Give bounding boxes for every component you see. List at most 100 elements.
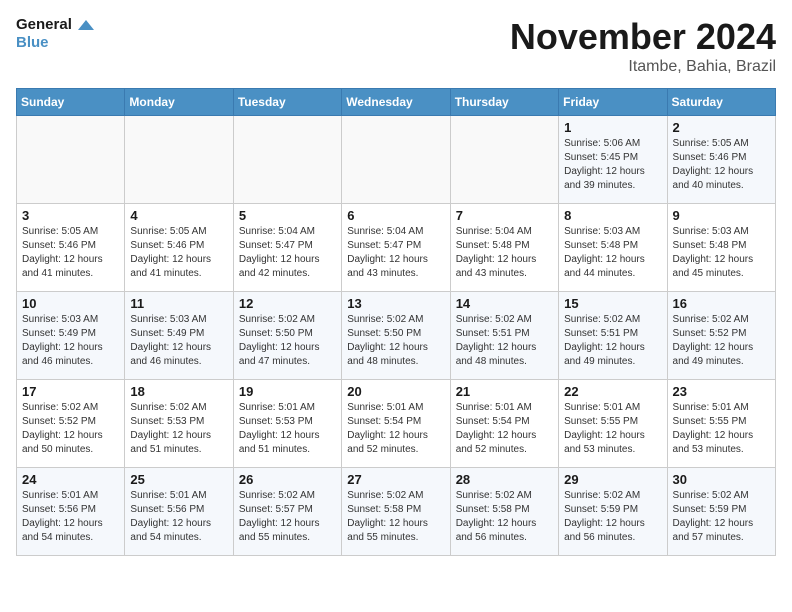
day-info: Sunrise: 5:01 AM Sunset: 5:54 PM Dayligh… <box>347 401 444 457</box>
day-number: 9 <box>673 208 770 223</box>
calendar-cell: 18 Sunrise: 5:02 AM Sunset: 5:53 PM Dayli… <box>125 380 233 468</box>
day-info: Sunrise: 5:02 AM Sunset: 5:53 PM Dayligh… <box>130 401 227 457</box>
day-info: Sunrise: 5:04 AM Sunset: 5:47 PM Dayligh… <box>239 225 336 281</box>
calendar-cell: 20 Sunrise: 5:01 AM Sunset: 5:54 PM Dayli… <box>342 380 450 468</box>
day-info: Sunrise: 5:03 AM Sunset: 5:49 PM Dayligh… <box>22 313 119 369</box>
day-number: 24 <box>22 472 119 487</box>
day-info: Sunrise: 5:01 AM Sunset: 5:56 PM Dayligh… <box>130 489 227 545</box>
day-info: Sunrise: 5:02 AM Sunset: 5:51 PM Dayligh… <box>456 313 553 369</box>
calendar-cell <box>125 116 233 204</box>
day-info: Sunrise: 5:01 AM Sunset: 5:55 PM Dayligh… <box>564 401 661 457</box>
month-title: November 2024 <box>510 16 776 58</box>
calendar-week-row: 24 Sunrise: 5:01 AM Sunset: 5:56 PM Dayli… <box>17 468 776 556</box>
calendar-cell: 21Sunrise: 5:01 AM Sunset: 5:54 PM Dayli… <box>450 380 558 468</box>
calendar-cell: 28 Sunrise: 5:02 AM Sunset: 5:58 PM Dayli… <box>450 468 558 556</box>
day-number: 18 <box>130 384 227 399</box>
day-info: Sunrise: 5:02 AM Sunset: 5:52 PM Dayligh… <box>673 313 770 369</box>
day-info: Sunrise: 5:01 AM Sunset: 5:53 PM Dayligh… <box>239 401 336 457</box>
day-info: Sunrise: 5:05 AM Sunset: 5:46 PM Dayligh… <box>673 137 770 193</box>
calendar-cell: 13Sunrise: 5:02 AM Sunset: 5:50 PM Dayli… <box>342 292 450 380</box>
calendar-week-row: 3 Sunrise: 5:05 AM Sunset: 5:46 PM Daylig… <box>17 204 776 292</box>
weekday-header: Monday <box>125 89 233 116</box>
day-number: 15 <box>564 296 661 311</box>
day-info: Sunrise: 5:05 AM Sunset: 5:46 PM Dayligh… <box>130 225 227 281</box>
calendar-cell: 11 Sunrise: 5:03 AM Sunset: 5:49 PM Dayli… <box>125 292 233 380</box>
day-number: 14 <box>456 296 553 311</box>
calendar-cell: 9 Sunrise: 5:03 AM Sunset: 5:48 PM Daylig… <box>667 204 775 292</box>
day-info: Sunrise: 5:04 AM Sunset: 5:48 PM Dayligh… <box>456 225 553 281</box>
weekday-header-row: SundayMondayTuesdayWednesdayThursdayFrid… <box>17 89 776 116</box>
day-number: 5 <box>239 208 336 223</box>
location: Itambe, Bahia, Brazil <box>510 58 776 76</box>
calendar-cell: 1 Sunrise: 5:06 AM Sunset: 5:45 PM Daylig… <box>559 116 667 204</box>
day-info: Sunrise: 5:02 AM Sunset: 5:52 PM Dayligh… <box>22 401 119 457</box>
weekday-header: Saturday <box>667 89 775 116</box>
day-info: Sunrise: 5:01 AM Sunset: 5:56 PM Dayligh… <box>22 489 119 545</box>
day-number: 7 <box>456 208 553 223</box>
calendar-cell: 8 Sunrise: 5:03 AM Sunset: 5:48 PM Daylig… <box>559 204 667 292</box>
calendar-cell <box>17 116 125 204</box>
calendar-cell: 5 Sunrise: 5:04 AM Sunset: 5:47 PM Daylig… <box>233 204 341 292</box>
day-number: 8 <box>564 208 661 223</box>
calendar-cell: 14 Sunrise: 5:02 AM Sunset: 5:51 PM Dayli… <box>450 292 558 380</box>
day-number: 23 <box>673 384 770 399</box>
calendar-cell: 24 Sunrise: 5:01 AM Sunset: 5:56 PM Dayli… <box>17 468 125 556</box>
day-number: 11 <box>130 296 227 311</box>
calendar-week-row: 10Sunrise: 5:03 AM Sunset: 5:49 PM Dayli… <box>17 292 776 380</box>
day-info: Sunrise: 5:04 AM Sunset: 5:47 PM Dayligh… <box>347 225 444 281</box>
day-number: 16 <box>673 296 770 311</box>
day-number: 12 <box>239 296 336 311</box>
day-info: Sunrise: 5:02 AM Sunset: 5:59 PM Dayligh… <box>564 489 661 545</box>
calendar-week-row: 1 Sunrise: 5:06 AM Sunset: 5:45 PM Daylig… <box>17 116 776 204</box>
calendar-cell: 29 Sunrise: 5:02 AM Sunset: 5:59 PM Dayli… <box>559 468 667 556</box>
day-number: 17 <box>22 384 119 399</box>
calendar-cell: 3 Sunrise: 5:05 AM Sunset: 5:46 PM Daylig… <box>17 204 125 292</box>
calendar-cell: 16 Sunrise: 5:02 AM Sunset: 5:52 PM Dayli… <box>667 292 775 380</box>
calendar-cell: 15Sunrise: 5:02 AM Sunset: 5:51 PM Dayli… <box>559 292 667 380</box>
calendar-week-row: 17 Sunrise: 5:02 AM Sunset: 5:52 PM Dayli… <box>17 380 776 468</box>
calendar-cell: 7 Sunrise: 5:04 AM Sunset: 5:48 PM Daylig… <box>450 204 558 292</box>
day-number: 29 <box>564 472 661 487</box>
day-number: 1 <box>564 120 661 135</box>
calendar-cell: 27Sunrise: 5:02 AM Sunset: 5:58 PM Dayli… <box>342 468 450 556</box>
day-number: 30 <box>673 472 770 487</box>
day-number: 28 <box>456 472 553 487</box>
calendar-cell: 23 Sunrise: 5:01 AM Sunset: 5:55 PM Dayli… <box>667 380 775 468</box>
day-info: Sunrise: 5:02 AM Sunset: 5:50 PM Dayligh… <box>347 313 444 369</box>
day-info: Sunrise: 5:02 AM Sunset: 5:58 PM Dayligh… <box>456 489 553 545</box>
day-info: Sunrise: 5:02 AM Sunset: 5:57 PM Dayligh… <box>239 489 336 545</box>
calendar-cell <box>450 116 558 204</box>
day-info: Sunrise: 5:03 AM Sunset: 5:49 PM Dayligh… <box>130 313 227 369</box>
day-number: 3 <box>22 208 119 223</box>
calendar-cell: 6 Sunrise: 5:04 AM Sunset: 5:47 PM Daylig… <box>342 204 450 292</box>
weekday-header: Thursday <box>450 89 558 116</box>
day-number: 6 <box>347 208 444 223</box>
day-number: 20 <box>347 384 444 399</box>
day-number: 27 <box>347 472 444 487</box>
weekday-header: Wednesday <box>342 89 450 116</box>
calendar-cell <box>342 116 450 204</box>
calendar-cell: 4 Sunrise: 5:05 AM Sunset: 5:46 PM Daylig… <box>125 204 233 292</box>
day-number: 2 <box>673 120 770 135</box>
day-info: Sunrise: 5:03 AM Sunset: 5:48 PM Dayligh… <box>564 225 661 281</box>
day-number: 4 <box>130 208 227 223</box>
title-block: November 2024 Itambe, Bahia, Brazil <box>510 16 776 76</box>
day-number: 26 <box>239 472 336 487</box>
day-number: 19 <box>239 384 336 399</box>
day-info: Sunrise: 5:01 AM Sunset: 5:55 PM Dayligh… <box>673 401 770 457</box>
day-number: 21 <box>456 384 553 399</box>
logo: General Blue <box>16 16 94 52</box>
day-info: Sunrise: 5:03 AM Sunset: 5:48 PM Dayligh… <box>673 225 770 281</box>
calendar-cell: 19 Sunrise: 5:01 AM Sunset: 5:53 PM Dayli… <box>233 380 341 468</box>
calendar-cell: 17 Sunrise: 5:02 AM Sunset: 5:52 PM Dayli… <box>17 380 125 468</box>
calendar-cell: 30Sunrise: 5:02 AM Sunset: 5:59 PM Dayli… <box>667 468 775 556</box>
calendar-cell: 25 Sunrise: 5:01 AM Sunset: 5:56 PM Dayli… <box>125 468 233 556</box>
weekday-header: Friday <box>559 89 667 116</box>
calendar-table: SundayMondayTuesdayWednesdayThursdayFrid… <box>16 88 776 556</box>
calendar-cell: 2 Sunrise: 5:05 AM Sunset: 5:46 PM Daylig… <box>667 116 775 204</box>
calendar-cell: 26 Sunrise: 5:02 AM Sunset: 5:57 PM Dayli… <box>233 468 341 556</box>
calendar-cell <box>233 116 341 204</box>
day-number: 25 <box>130 472 227 487</box>
day-info: Sunrise: 5:05 AM Sunset: 5:46 PM Dayligh… <box>22 225 119 281</box>
day-info: Sunrise: 5:06 AM Sunset: 5:45 PM Dayligh… <box>564 137 661 193</box>
